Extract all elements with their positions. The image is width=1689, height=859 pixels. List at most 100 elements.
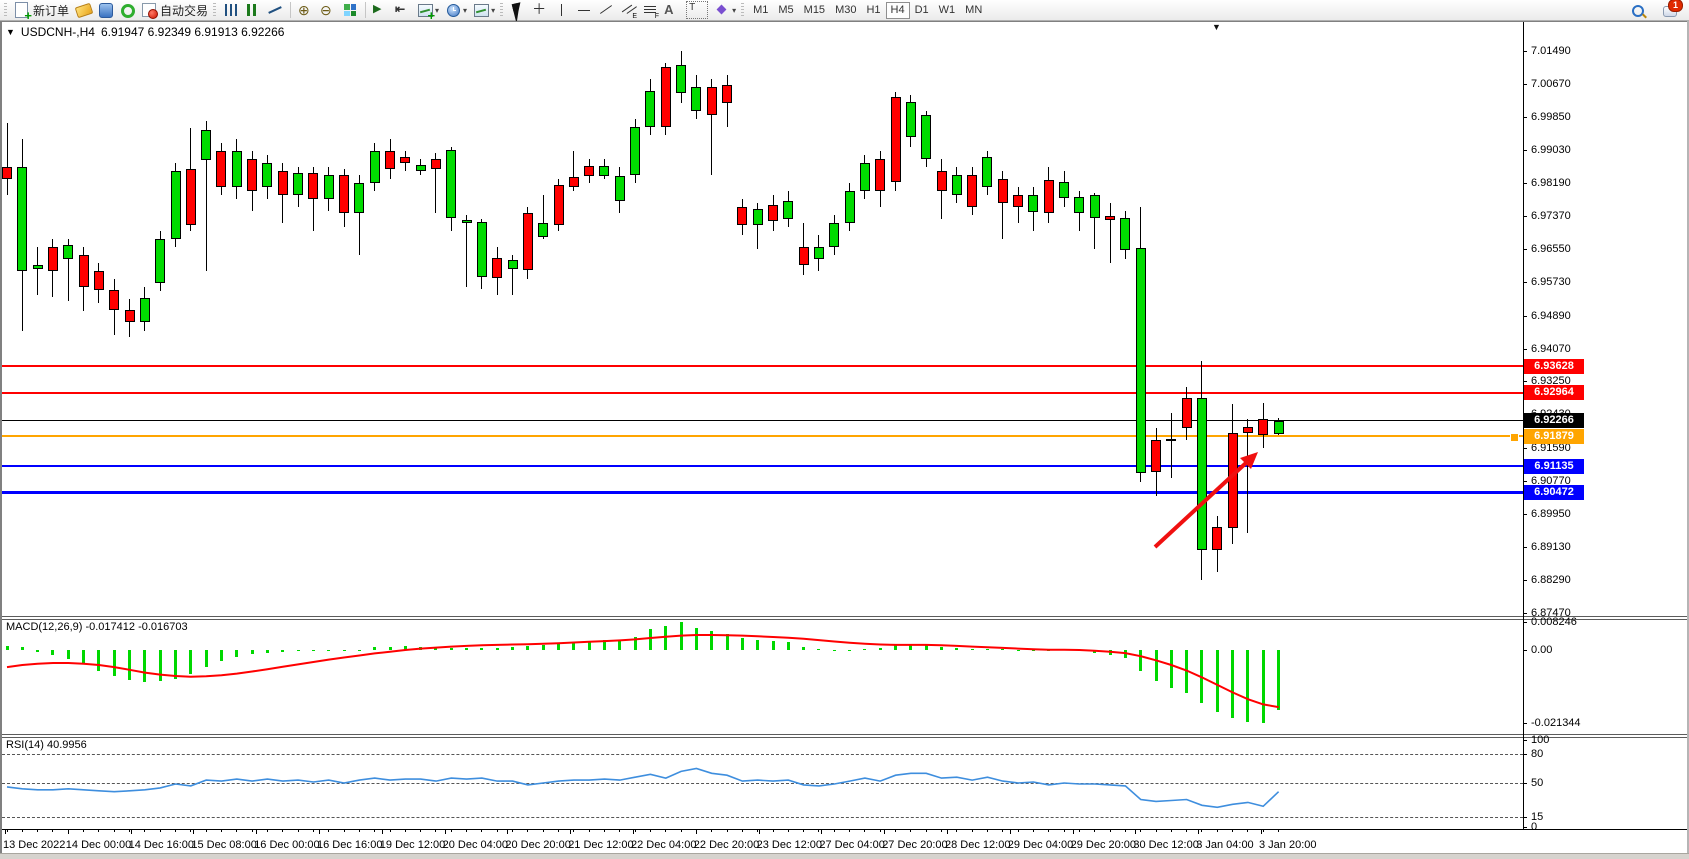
price-axis-tick [1523,316,1527,317]
search-button[interactable] [1627,1,1649,20]
time-axis-minor-tick [558,830,559,832]
chart-shift-icon: ⇤ [395,2,411,18]
toolbar-grip [4,3,7,18]
timeframe-w1-button[interactable]: W1 [934,2,961,19]
timeframe-m5-button[interactable]: M5 [773,2,798,19]
zoom-out-button[interactable]: ⊖ [317,1,339,20]
price-hline[interactable] [2,465,1523,467]
macd-histogram-bar [1047,650,1050,651]
timeframe-mn-button[interactable]: MN [960,2,987,19]
time-axis-minor-tick [359,830,360,832]
chart-shift-button[interactable]: ⇤ [392,1,414,20]
candle-body [1212,527,1222,550]
cursor-button[interactable] [507,1,529,20]
candle-wick [1247,419,1248,532]
candle-body [630,127,640,175]
time-axis-minor-tick [328,830,329,832]
timeframe-h1-button[interactable]: H1 [861,2,885,19]
price-hline[interactable] [2,420,1523,421]
macd-histogram-bar [404,646,407,650]
channel-button[interactable]: E [617,1,639,20]
timeframe-m1-button[interactable]: M1 [748,2,773,19]
text-button[interactable]: A [661,1,683,20]
candle-body [768,205,778,221]
candle-body [615,176,625,201]
timeframe-d1-button[interactable]: D1 [910,2,934,19]
price-hline[interactable] [2,392,1523,394]
price-axis-label: 6.97370 [1531,210,1571,222]
text-label-button[interactable]: T [683,1,711,20]
hline-handle[interactable] [1510,433,1519,442]
price-tag: 6.90472 [1524,485,1584,500]
time-axis-minor-tick [512,830,513,832]
time-axis-minor-tick [52,830,53,832]
candle-wick [1171,413,1172,478]
line-chart-button[interactable] [264,1,286,20]
price-axis-label: 6.89130 [1531,541,1571,553]
time-axis-minor-tick [972,830,973,832]
time-axis-minor-tick [1263,830,1264,832]
price-hline[interactable] [2,435,1523,437]
fibonacci-button[interactable]: F [639,1,661,20]
price-axis-tick [1523,613,1527,614]
time-axis-minor-tick [190,830,191,832]
timeframe-m30-button[interactable]: M30 [830,2,861,19]
price-hline[interactable] [2,491,1523,494]
autotrading-button[interactable]: 自动交易 [138,1,211,20]
auto-scroll-button[interactable]: ▶ [370,1,392,20]
trendline-button[interactable] [595,1,617,20]
crosshair-button[interactable]: ＋ [529,1,551,20]
macd-axis-label: 0.008246 [1531,616,1577,628]
macd-histogram-bar [833,650,836,651]
horizontal-line-button[interactable] [573,1,595,20]
new-order-button[interactable]: + 新订单 [11,1,72,20]
text-label-icon: T [686,1,708,19]
candle-body [308,173,318,199]
indicators-button[interactable]: +▾ [414,1,442,20]
time-axis-minor-tick [1002,830,1003,832]
signals-button[interactable] [116,1,138,20]
chart-window[interactable]: ▼ USDCNH-,H4 6.91947 6.92349 6.91913 6.9… [0,21,1689,859]
candle-body [1197,398,1207,550]
time-axis-minor-tick [1217,830,1218,832]
rsi-axis-tick [1523,754,1527,755]
candle-body [722,85,732,103]
candle-body [937,171,947,191]
notifications-button[interactable]: 1 [1659,1,1681,20]
timeframe-h4-button[interactable]: H4 [886,2,910,19]
macd-histogram-bar [128,650,131,680]
time-axis-minor-tick [144,830,145,832]
bar-chart-button[interactable] [220,1,242,20]
candle-body [1074,197,1084,213]
time-axis-tick [1135,830,1136,834]
macd-axis-label: 0.00 [1531,644,1552,656]
candle-body [431,159,441,169]
zoom-in-icon: ⊕ [298,2,314,18]
periods-button[interactable]: ▾ [442,1,470,20]
macd-histogram-bar [526,646,529,650]
candle-body [1228,433,1238,528]
time-axis-minor-tick [451,830,452,832]
timeframe-m15-button[interactable]: M15 [799,2,830,19]
symbol-dropdown-icon[interactable]: ▼ [6,27,15,37]
vertical-line-icon [554,2,570,18]
tile-windows-button[interactable] [339,1,361,20]
shapes-button[interactable]: ▾ [711,1,739,20]
zoom-in-button[interactable]: ⊕ [295,1,317,20]
macd-histogram-bar [419,647,422,650]
candlestick-chart-button[interactable] [242,1,264,20]
chart-shift-marker-icon[interactable]: ▼ [1212,22,1221,32]
publish-button[interactable] [94,1,116,20]
rsi-axis-tick [1523,827,1527,828]
vertical-line-button[interactable] [551,1,573,20]
templates-button[interactable]: ▾ [470,1,498,20]
macd-histogram-bar [1262,650,1265,723]
time-axis-minor-tick [742,830,743,832]
time-axis-minor-tick [956,830,957,832]
styler-button[interactable] [72,1,94,20]
time-axis-minor-tick [1232,830,1233,832]
candle-body [584,166,594,176]
price-tag: 6.93628 [1524,359,1584,374]
time-axis-minor-tick [650,830,651,832]
price-hline[interactable] [2,365,1523,367]
